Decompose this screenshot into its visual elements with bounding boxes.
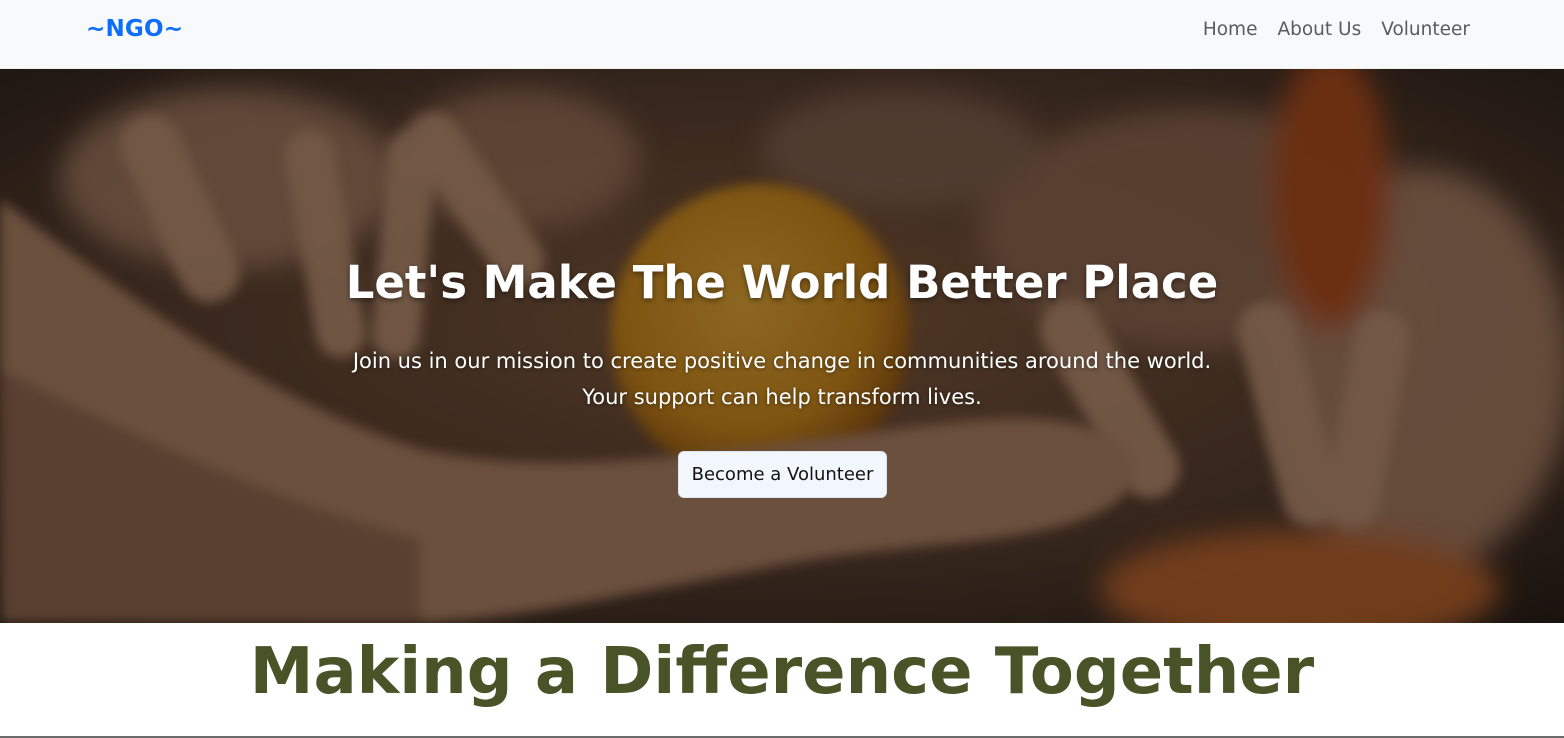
nav-links: Home About Us Volunteer	[1203, 19, 1470, 40]
nav-link-about-us[interactable]: About Us	[1277, 19, 1361, 40]
top-navbar: ~NGO~ Home About Us Volunteer	[0, 0, 1564, 69]
hero-section: Let's Make The World Better Place Join u…	[0, 69, 1564, 623]
hero-subtitle-line-1: Join us in our mission to create positiv…	[352, 349, 1212, 373]
hero-subtitle-line-2: Your support can help transform lives.	[582, 385, 982, 409]
hero-title: Let's Make The World Better Place	[345, 256, 1219, 309]
become-volunteer-button[interactable]: Become a Volunteer	[678, 451, 887, 498]
hero-content: Let's Make The World Better Place Join u…	[0, 69, 1564, 623]
nav-link-home[interactable]: Home	[1203, 19, 1258, 40]
brand-logo[interactable]: ~NGO~	[86, 16, 183, 42]
nav-link-volunteer[interactable]: Volunteer	[1381, 19, 1470, 40]
section-heading: Making a Difference Together	[249, 635, 1315, 709]
